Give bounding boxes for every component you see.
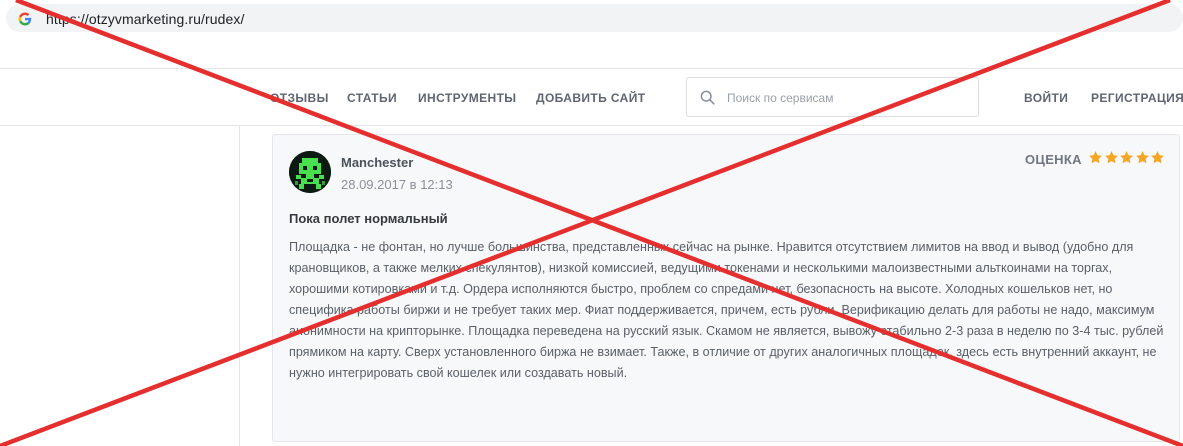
nav-articles-link[interactable]: СТАТЬИ — [347, 91, 397, 105]
url-bar[interactable]: https://otzyvmarketing.ru/rudex/ — [6, 4, 1183, 32]
login-link[interactable]: ВОЙТИ — [1024, 91, 1068, 105]
review-card: Manchester 28.09.2017 в 12:13 ОЦЕНКА Пок… — [272, 134, 1180, 442]
google-g-icon — [18, 12, 32, 26]
star-icon — [1089, 151, 1102, 164]
nav-add-site-link[interactable]: ДОБАВИТЬ САЙТ — [536, 91, 646, 105]
rating-label: ОЦЕНКА — [1025, 152, 1082, 167]
pixel-avatar-icon — [289, 151, 331, 193]
star-icon — [1151, 151, 1164, 164]
review-body: Площадка - не фонтан, но лучше большинст… — [289, 240, 1164, 380]
review-date: 28.09.2017 в 12:13 — [341, 177, 453, 192]
register-link[interactable]: РЕГИСТРАЦИЯ — [1091, 91, 1183, 105]
review-author[interactable]: Manchester — [341, 155, 413, 170]
nav-reviews-link[interactable]: ОТЗЫВЫ — [270, 91, 329, 105]
search-input[interactable] — [727, 88, 967, 108]
star-icon — [1120, 151, 1133, 164]
browser-address-bar: https://otzyvmarketing.ru/rudex/ — [0, 0, 1183, 38]
nav-tools-link[interactable]: ИНСТРУМЕНТЫ — [418, 91, 516, 105]
star-icon — [1135, 151, 1149, 164]
star-icon — [1104, 151, 1118, 164]
url-text: https://otzyvmarketing.ru/rudex/ — [46, 11, 245, 27]
avatar — [289, 151, 331, 193]
search-icon — [700, 90, 715, 105]
rating-stars — [1088, 150, 1166, 168]
review-title: Пока полет нормальный — [289, 211, 448, 226]
site-header: ОТЗЫВЫ СТАТЬИ ИНСТРУМЕНТЫ ДОБАВИТЬ САЙТ … — [0, 68, 1183, 126]
left-column-divider — [239, 126, 240, 446]
search-box[interactable] — [686, 77, 979, 117]
